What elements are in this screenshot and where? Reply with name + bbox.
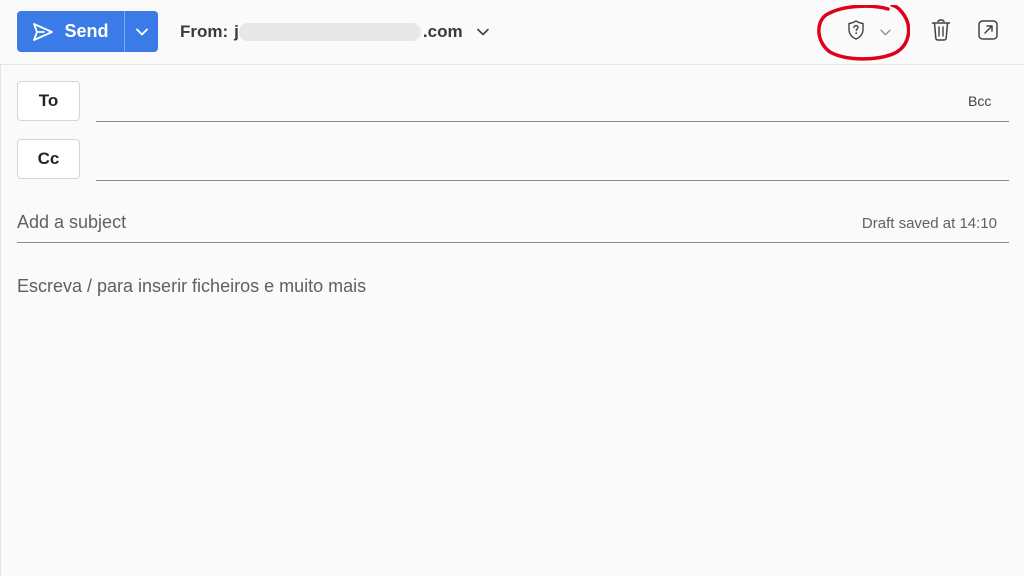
compose-toolbar: Send From: j .com bbox=[0, 0, 1024, 65]
draft-saved-status: Draft saved at 14:10 bbox=[861, 215, 997, 232]
send-button[interactable]: Send bbox=[17, 11, 124, 52]
to-field[interactable] bbox=[96, 82, 1009, 122]
paper-plane-icon bbox=[32, 22, 54, 42]
chevron-down-icon bbox=[476, 28, 489, 36]
open-in-new-window-icon bbox=[977, 19, 999, 46]
bcc-button[interactable]: Bcc bbox=[968, 93, 991, 109]
message-body-editor[interactable]: Escreva / para inserir ficheiros e muito… bbox=[17, 276, 1007, 566]
cc-button[interactable]: Cc bbox=[17, 139, 80, 179]
from-address-suffix: .com bbox=[422, 22, 463, 41]
send-button-group: Send bbox=[17, 11, 158, 52]
send-options-dropdown[interactable] bbox=[125, 11, 158, 52]
to-button[interactable]: To bbox=[17, 81, 80, 121]
redacted-email-block bbox=[238, 23, 421, 41]
body-placeholder: Escreva / para inserir ficheiros e muito… bbox=[17, 276, 367, 296]
chevron-down-icon bbox=[135, 23, 148, 41]
annotation-circle bbox=[817, 5, 910, 61]
subject-input[interactable] bbox=[17, 206, 1009, 243]
send-button-label: Send bbox=[64, 21, 109, 41]
from-label: From: bbox=[180, 22, 229, 41]
window-border bbox=[0, 0, 1, 576]
trash-icon bbox=[930, 18, 952, 47]
discard-button[interactable] bbox=[928, 18, 954, 47]
cc-field[interactable] bbox=[96, 141, 1009, 181]
popout-button[interactable] bbox=[975, 19, 1001, 45]
from-account-selector[interactable]: From: j .com bbox=[180, 20, 489, 44]
